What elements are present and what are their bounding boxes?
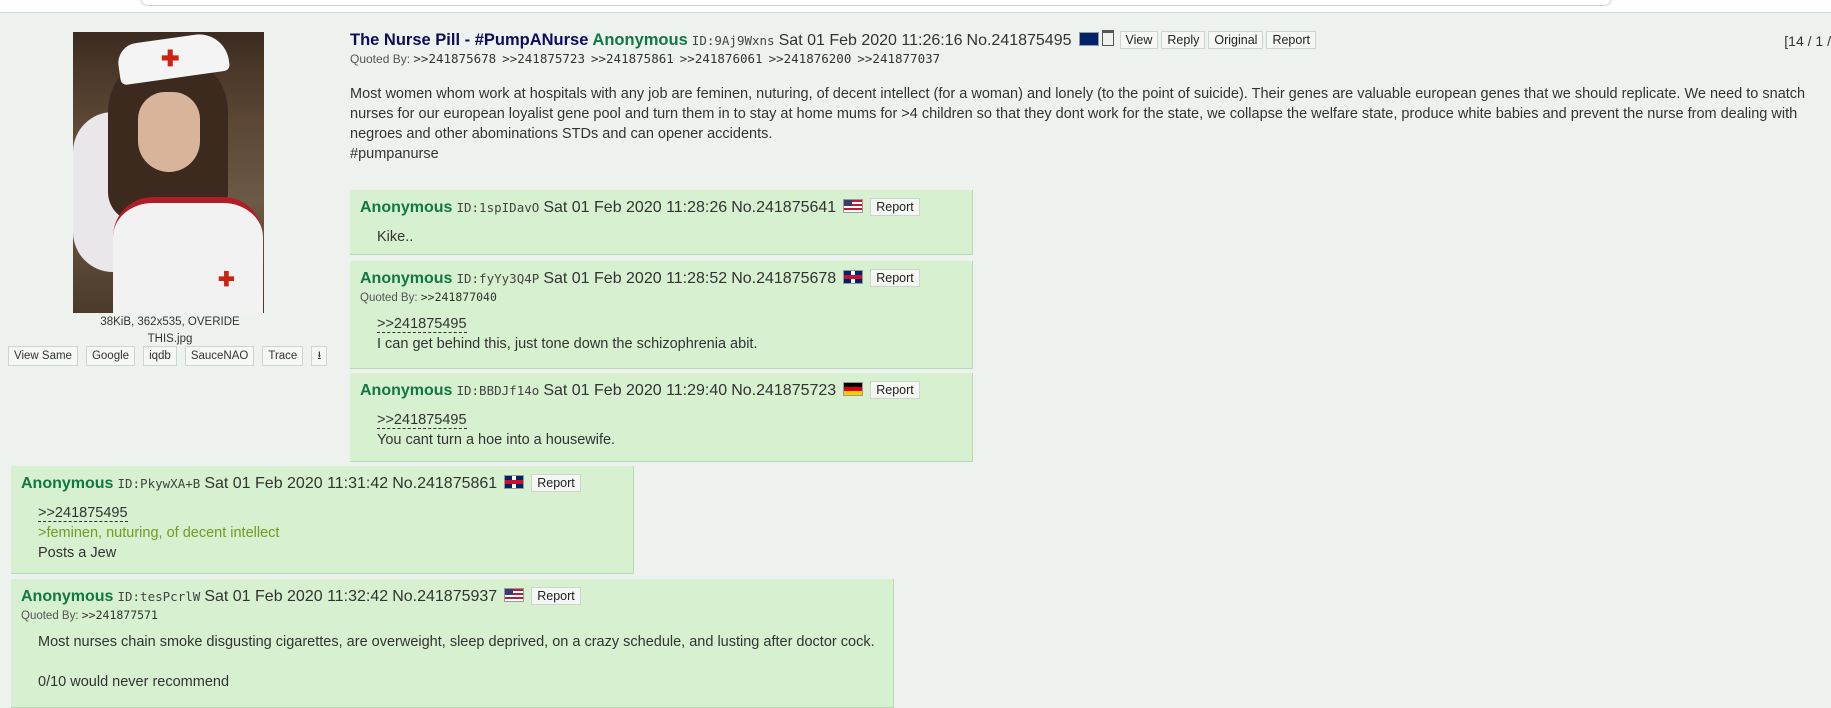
quoted-by-link[interactable]: >>241875723 [502,51,585,66]
reply-text: 0/10 would never recommend [38,674,230,690]
quoted-by-link[interactable]: >>241875678 [413,51,496,66]
reply-post: Anonymous ID:PkywXA+B Sat 01 Feb 2020 11… [11,466,634,574]
report-button[interactable]: Report [870,381,920,399]
poster-name: Anonymous [360,382,453,399]
flag-us-icon [843,199,864,213]
original-button[interactable]: Original [1208,31,1264,49]
op-body-text: Most women whom work at hospitals with a… [350,86,1806,142]
reply-body: Most nurses chain smoke disgusting cigar… [38,632,893,692]
quoted-by-link[interactable]: >>241875861 [591,51,674,66]
reply-text: Posts a Jew [38,545,117,561]
post-number[interactable]: No.241875641 [731,199,836,216]
post-date: Sat 01 Feb 2020 11:26:16 [778,32,963,49]
flag-gb-icon [843,270,864,284]
report-button[interactable]: Report [531,474,581,492]
file-info-line-1[interactable]: 38KiB, 362x535, OVERIDE [80,314,260,331]
post-number[interactable]: No.241875861 [392,475,497,492]
uniform-shape [113,197,263,313]
face-shape [138,92,200,172]
post-number[interactable]: No.241875937 [392,588,497,605]
quote-link[interactable]: >>241875495 [377,316,467,333]
post-date: Sat 01 Feb 2020 11:31:42 [204,475,389,492]
saucenao-button[interactable]: SauceNAO [184,346,255,366]
browser-top-strip [0,0,1831,13]
reply-quoted-by: Quoted By: >>241877040 [360,290,972,304]
report-button[interactable]: Report [1266,31,1316,49]
post-number[interactable]: No.241875723 [731,382,836,399]
reply-text: Most nurses chain smoke disgusting cigar… [38,634,875,650]
poster-name: Anonymous [21,475,114,492]
report-button[interactable]: Report [870,269,920,287]
view-same-button[interactable]: View Same [8,346,78,366]
reply-body: Kike.. [377,227,972,247]
poster-id[interactable]: ID:BBDJf14o [456,383,539,398]
quoted-by-link[interactable]: >>241877040 [421,290,497,304]
post-date: Sat 01 Feb 2020 11:32:42 [204,588,389,605]
poster-name: Anonymous [360,270,453,287]
iqdb-button[interactable]: iqdb [143,346,177,366]
reply-text: Kike.. [377,229,414,245]
image-tools: View Same Google iqdb SauceNAO Trace ⭳ [8,346,328,366]
reply-body: >>241875495 You cant turn a hoe into a h… [377,410,972,450]
quoted-by-link[interactable]: >>241876061 [680,51,763,66]
post-number[interactable]: No.241875495 [967,32,1072,49]
quoted-by-label: Quoted By: [21,610,79,622]
poster-name: Anonymous [21,588,114,605]
poster-id[interactable]: ID:9Aj9Wxns [692,33,775,48]
reply-body: >>241875495 >feminen, nuturing, of decen… [38,503,633,563]
post-subject: The Nurse Pill - #PumpANurse [350,31,589,49]
flag-au-icon [1078,32,1099,46]
op-post-header: The Nurse Pill - #PumpANurse Anonymous I… [350,30,1831,66]
poster-id[interactable]: ID:PkywXA+B [117,476,200,491]
flag-us-icon [504,588,525,602]
quote-link[interactable]: >>241875495 [38,505,128,522]
quoted-by-link[interactable]: >>241877571 [82,608,158,622]
poster-name: Anonymous [360,199,453,216]
reply-button[interactable]: Reply [1161,31,1206,49]
op-image-thumbnail[interactable]: ✚ ✚ [73,32,264,313]
reply-post: Anonymous ID:tesPcrlW Sat 01 Feb 2020 11… [11,579,894,708]
search-bar-edge [140,0,1612,6]
report-button[interactable]: Report [531,587,581,605]
reply-body: >>241875495 I can get behind this, just … [377,314,972,354]
quoted-by-link[interactable]: >>241877037 [857,51,940,66]
quoted-by-link[interactable]: >>241876200 [769,51,852,66]
op-post-body: Most women whom work at hospitals with a… [350,84,1820,164]
flag-de-icon [843,382,864,396]
google-button[interactable]: Google [85,346,136,366]
download-icon[interactable]: ⭳ [311,346,328,366]
op-quoted-by: Quoted By: >>241875678 >>241875723 >>24187… [350,51,1831,66]
reply-post: Anonymous ID:fyYy3Q4P Sat 01 Feb 2020 11… [350,261,973,369]
report-button[interactable]: Report [870,198,920,216]
reply-counter: [14 / 1 / [1784,33,1831,49]
poster-id[interactable]: ID:tesPcrlW [117,589,200,604]
reply-post: Anonymous ID:1spIDavO Sat 01 Feb 2020 11… [350,190,973,255]
poster-id[interactable]: ID:fyYy3Q4P [456,271,539,286]
trace-button[interactable]: Trace [262,346,304,366]
quoted-by-label: Quoted By: [360,292,418,304]
reply-text: You cant turn a hoe into a housewife. [377,432,616,448]
post-date: Sat 01 Feb 2020 11:28:26 [543,199,728,216]
view-button[interactable]: View [1119,31,1159,49]
post-date: Sat 01 Feb 2020 11:28:52 [543,270,728,287]
post-date: Sat 01 Feb 2020 11:29:40 [543,382,728,399]
file-info: 38KiB, 362x535, OVERIDE THIS.jpg [80,314,260,348]
reply-quoted-by: Quoted By: >>241877571 [21,608,893,622]
trash-icon[interactable] [1101,30,1114,46]
sleeve-cross-icon: ✚ [218,269,235,291]
op-hashtag: #pumpanurse [350,146,439,162]
poster-name: Anonymous [592,31,688,49]
reply-post: Anonymous ID:BBDJf14o Sat 01 Feb 2020 11… [350,373,973,462]
quote-link[interactable]: >>241875495 [377,412,467,429]
greentext-quote: >feminen, nuturing, of decent intellect [38,525,280,541]
post-number[interactable]: No.241875678 [731,270,836,287]
flag-gb-icon [504,475,525,489]
cap-cross-icon: ✚ [161,46,180,71]
quoted-by-label: Quoted By: [350,52,411,66]
poster-id[interactable]: ID:1spIDavO [456,200,539,215]
reply-text: I can get behind this, just tone down th… [377,336,758,352]
